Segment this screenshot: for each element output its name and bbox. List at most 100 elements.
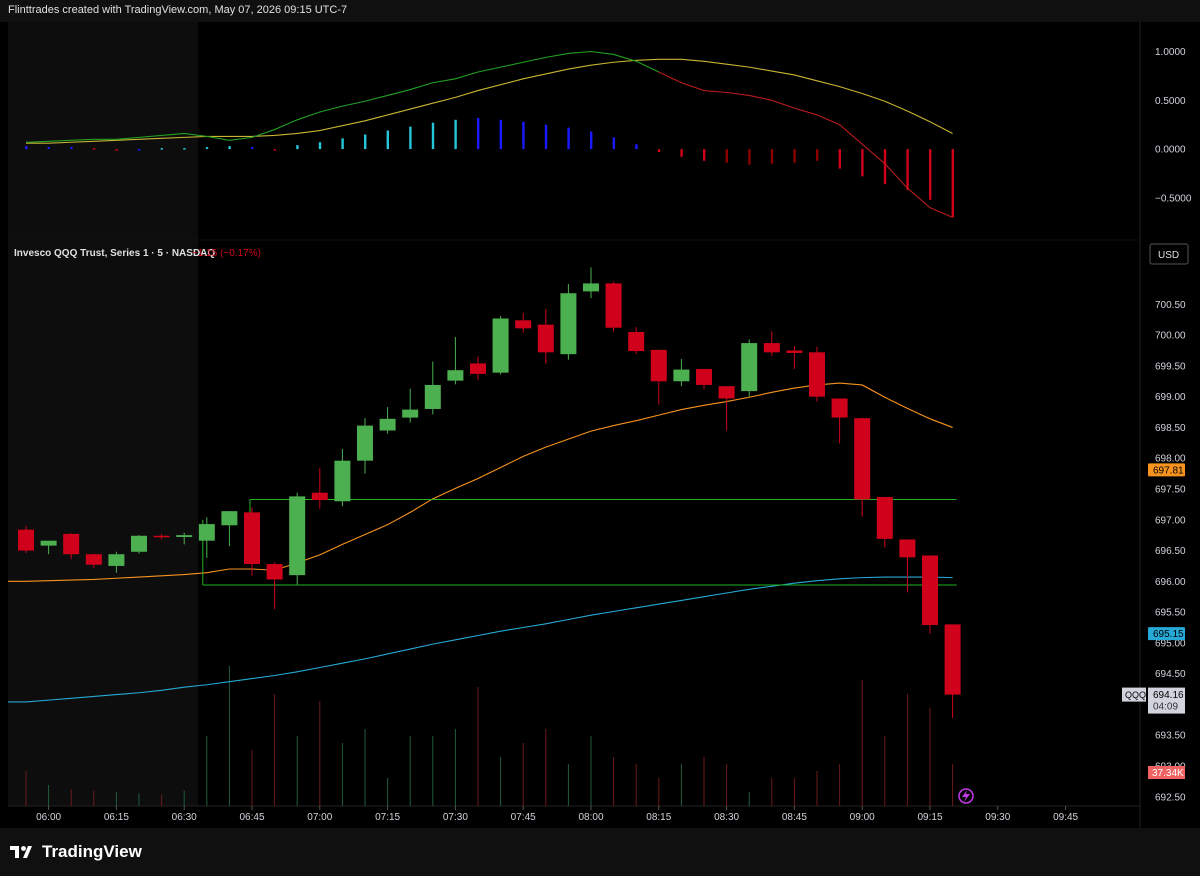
osc-histogram-bar [703,149,706,161]
candle[interactable] [899,539,916,593]
candle[interactable] [605,281,622,332]
candle[interactable] [424,361,441,415]
last-price-badge: QQQ 694.1604:09 [1122,687,1185,714]
candle[interactable] [470,356,486,381]
volume-bar [138,793,140,806]
candle[interactable] [876,496,893,548]
candle-body [831,398,848,418]
osc-histogram-bar [838,149,841,169]
candle-body [922,555,938,626]
candle[interactable] [18,525,34,554]
osc-histogram-bar [770,149,774,164]
osc-histogram-bar [883,149,887,185]
candle-body [696,368,712,385]
candle[interactable] [379,407,396,434]
volume-bar [929,708,931,806]
candle[interactable] [786,346,803,369]
candle[interactable] [266,562,283,610]
osc-histogram-bar [477,117,480,150]
candle-body [18,529,34,551]
osc-histogram-bar [318,142,322,150]
tradingview-logo-icon [10,846,32,858]
osc-tick-label: 0.5000 [1155,96,1186,107]
price-tick-label: 696.50 [1155,546,1186,557]
last-price-value: 694.16 [1153,690,1184,701]
candle[interactable] [198,517,215,558]
volume-bar [161,794,163,806]
x-tick-label: 07:45 [511,812,536,823]
candle[interactable] [221,511,238,547]
tradingview-logo[interactable]: TradingView [10,842,142,862]
currency-button[interactable]: USD [1149,243,1189,265]
candle[interactable] [922,555,938,634]
chart-frame[interactable]: 06:00 06:15 06:30 06:45 07:00 07:15 07:30 07:45… [0,22,1200,828]
candle[interactable] [741,339,758,397]
attribution-bar: Flinttrades created with TradingView.com… [0,0,1200,22]
candle[interactable] [628,327,645,355]
footer-bar: TradingView [0,828,1200,876]
candle[interactable] [583,267,599,299]
candle[interactable] [696,368,712,390]
candle-body [470,363,486,374]
volume-bar [409,736,411,806]
candle[interactable] [447,336,464,385]
osc-histogram-bar [635,144,638,150]
candle-body [876,496,893,539]
candle-body [673,369,690,382]
candle[interactable] [650,349,667,405]
volume-bar [454,729,456,806]
x-tick-label: 06:00 [36,812,61,823]
candle-body [153,535,170,538]
candle[interactable] [244,507,260,576]
candle-body [605,283,622,328]
candle-body [447,370,464,381]
candle[interactable] [854,417,871,517]
candle-body [809,352,825,397]
symbol-title[interactable]: Invesco QQQ Trust, Series 1 · 5 · NASDAQ [14,248,215,259]
candle[interactable] [831,398,848,444]
candle-body [786,350,803,353]
volume-bar [319,701,321,806]
replay-button[interactable] [958,788,974,804]
candle[interactable] [402,388,419,423]
candle[interactable] [289,492,306,585]
candle[interactable] [334,448,351,507]
volume-bar [251,750,253,806]
candle-body [357,425,373,461]
volume-bar [115,792,117,806]
candle-body [311,492,328,501]
volume-bar [726,764,728,806]
volume-bar [274,694,276,806]
candle[interactable] [809,346,825,402]
candle[interactable] [718,386,735,431]
x-tick-label: 06:45 [239,812,264,823]
candle[interactable] [673,359,690,387]
candle[interactable] [357,418,373,474]
osc-histogram-bar [793,149,796,163]
candle[interactable] [311,468,328,509]
x-tick-label: 09:30 [985,812,1010,823]
volume-bar [228,666,230,806]
candle[interactable] [763,331,780,357]
candle[interactable] [492,316,509,375]
candle[interactable] [944,624,961,718]
candle[interactable] [131,535,147,554]
osc-histogram-bar [725,149,728,163]
volume-bar [906,694,908,806]
price-tick-label: 700.50 [1155,300,1186,311]
volume-bar [952,764,954,806]
osc-histogram-bar [409,126,412,150]
osc-histogram-bar [251,147,254,150]
chart-canvas[interactable]: 06:00 06:15 06:30 06:45 07:00 07:15 07:30 07:45… [0,22,1200,828]
bar-countdown: 04:09 [1153,702,1178,713]
candle[interactable] [537,309,554,364]
osc-histogram-bar [544,124,548,150]
candle-body [628,332,645,352]
osc-histogram-bar [816,149,819,161]
candle[interactable] [560,284,577,360]
candle[interactable] [515,312,532,333]
osc-histogram-bar [929,149,932,200]
volume-bar [861,680,863,806]
osc-histogram-bar [183,148,186,150]
volume-bar [25,771,27,806]
